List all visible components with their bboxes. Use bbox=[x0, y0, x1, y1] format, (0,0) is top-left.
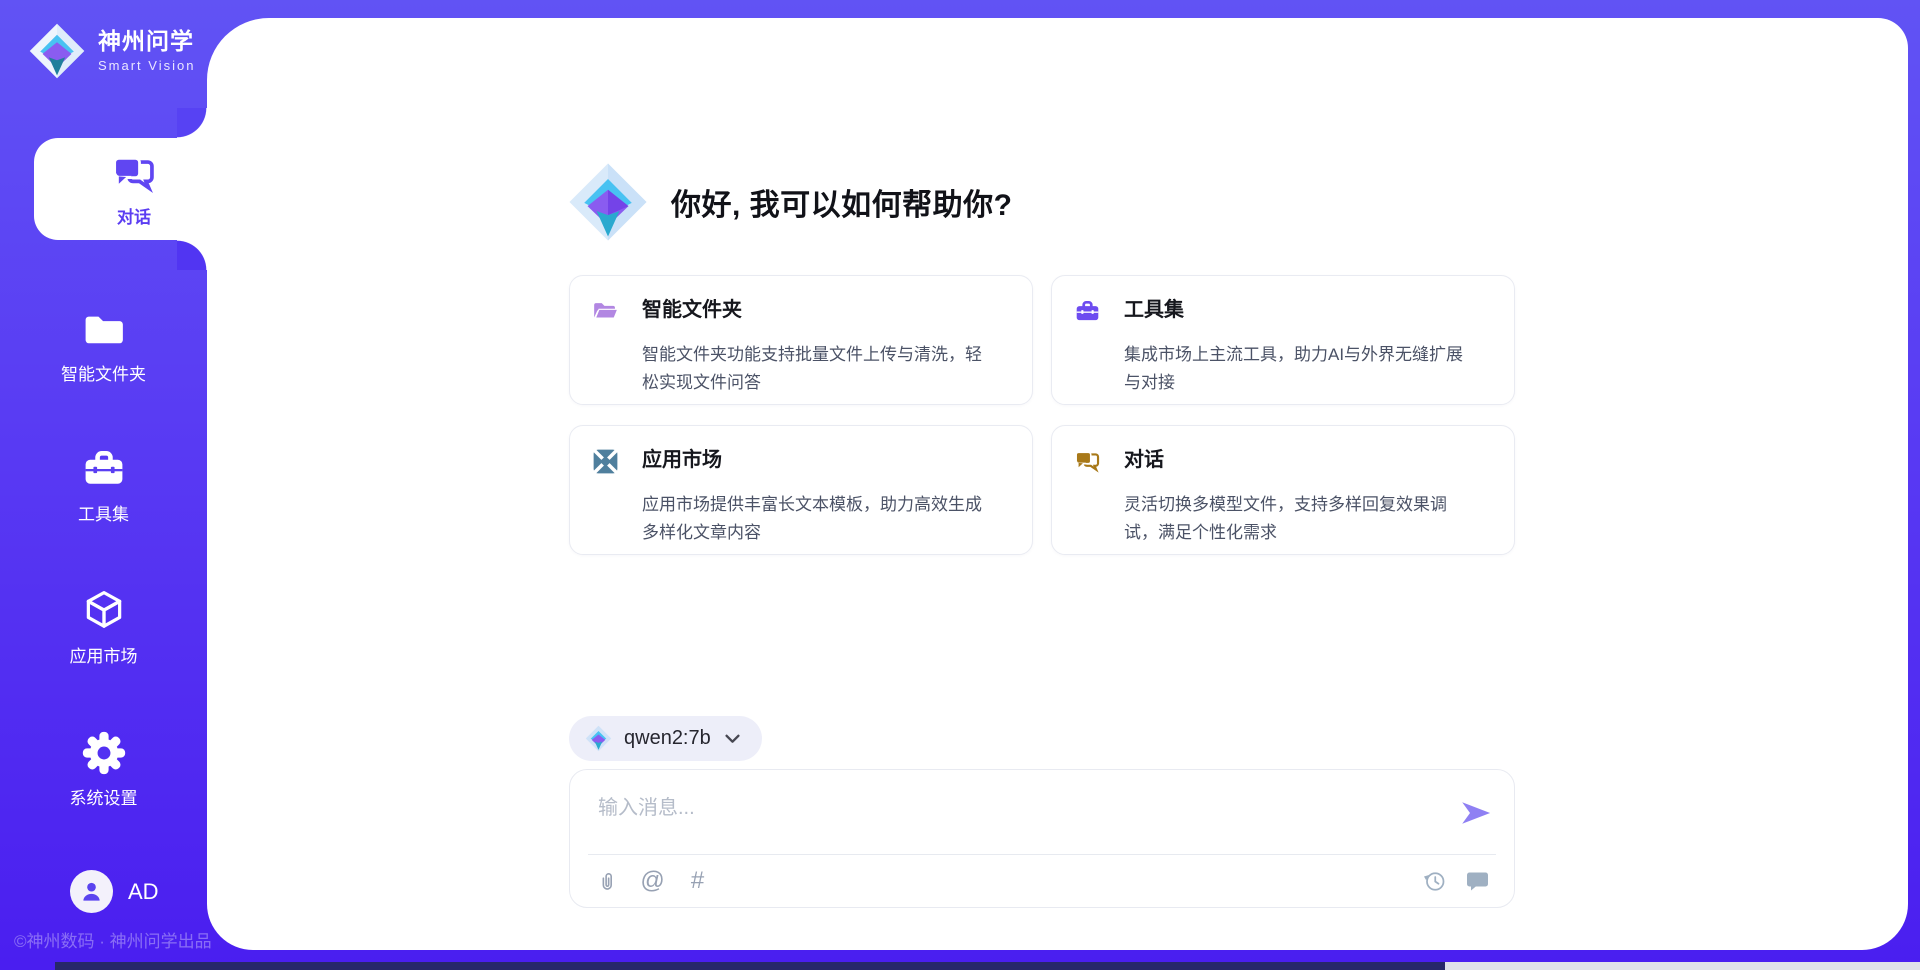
main-content-panel: 你好, 我可以如何帮助你? 智能文件夹 智能文件夹功能支持批量文件上传与清洗，轻… bbox=[207, 18, 1908, 950]
folder-open-icon bbox=[592, 298, 619, 325]
sidebar-item-toolset[interactable]: 工具集 bbox=[0, 446, 207, 525]
avatar bbox=[70, 870, 113, 913]
at-sign-icon[interactable]: @ bbox=[640, 868, 665, 893]
send-icon[interactable] bbox=[1460, 798, 1492, 828]
person-icon bbox=[78, 878, 105, 905]
card-title: 对话 bbox=[1124, 447, 1492, 482]
folder-icon bbox=[81, 306, 127, 352]
hash-icon[interactable]: # bbox=[685, 868, 710, 893]
sidebar-item-smart-folder[interactable]: 智能文件夹 bbox=[0, 306, 207, 385]
user-profile[interactable]: AD bbox=[70, 870, 159, 913]
sidebar-item-chat[interactable]: 对话 bbox=[34, 138, 234, 240]
message-input[interactable] bbox=[596, 788, 1436, 828]
greeting-block: 你好, 我可以如何帮助你? bbox=[567, 161, 1013, 243]
gem-diamond-icon bbox=[567, 161, 649, 243]
card-description: 灵活切换多模型文件，支持多样回复效果调试，满足个性化需求 bbox=[1124, 491, 1492, 554]
message-composer: @ # bbox=[569, 769, 1515, 908]
card-chat[interactable]: 对话 灵活切换多模型文件，支持多样回复效果调试，满足个性化需求 bbox=[1051, 425, 1515, 555]
card-description: 应用市场提供丰富长文本模板，助力高效生成多样化文章内容 bbox=[642, 491, 1010, 554]
chat-filled-icon[interactable] bbox=[1465, 868, 1490, 893]
card-app-market[interactable]: 应用市场 应用市场提供丰富长文本模板，助力高效生成多样化文章内容 bbox=[569, 425, 1033, 555]
sidebar-item-settings[interactable]: 系统设置 bbox=[0, 730, 207, 809]
brand-subtitle: Smart Vision bbox=[98, 58, 195, 73]
gear-icon bbox=[81, 730, 127, 776]
card-description: 智能文件夹功能支持批量文件上传与清洗，轻松实现文件问答 bbox=[642, 341, 1010, 404]
sidebar-item-label: 应用市场 bbox=[70, 642, 138, 667]
tab-fillet-bottom bbox=[177, 240, 207, 270]
feature-cards: 智能文件夹 智能文件夹功能支持批量文件上传与清洗，轻松实现文件问答 工具集 集成… bbox=[569, 275, 1515, 555]
copyright-footer: ©神州数码 · 神州问学出品 bbox=[14, 927, 212, 952]
briefcase-icon bbox=[1074, 298, 1101, 325]
card-description: 集成市场上主流工具，助力AI与外界无缝扩展与对接 bbox=[1124, 341, 1492, 404]
cube-icon bbox=[81, 588, 127, 634]
composer-toolbar: @ # bbox=[595, 868, 710, 893]
brand-name: 神州问学 bbox=[98, 29, 195, 54]
sidebar-item-label: 工具集 bbox=[78, 500, 129, 525]
briefcase-icon bbox=[81, 446, 127, 492]
window-bottom-edge bbox=[55, 962, 1445, 970]
model-selector[interactable]: qwen2:7b bbox=[569, 716, 762, 761]
chat-bubbles-icon bbox=[111, 151, 157, 197]
sidebar-item-app-market[interactable]: 应用市场 bbox=[0, 588, 207, 667]
window-bottom-edge-light bbox=[1445, 962, 1920, 970]
composer-divider bbox=[588, 854, 1496, 855]
paperclip-icon[interactable] bbox=[595, 868, 620, 893]
history-icon[interactable] bbox=[1422, 868, 1447, 893]
card-title: 应用市场 bbox=[642, 447, 1010, 482]
app-grid-icon bbox=[592, 448, 619, 475]
at-symbol: @ bbox=[640, 869, 664, 893]
sidebar-item-label: 智能文件夹 bbox=[61, 360, 146, 385]
sidebar-item-label: 系统设置 bbox=[70, 784, 138, 809]
composer-right-tools bbox=[1422, 868, 1490, 893]
gem-diamond-icon bbox=[585, 725, 612, 752]
chevron-down-icon bbox=[725, 734, 740, 744]
app-logo: 神州问学 Smart Vision bbox=[28, 22, 195, 80]
card-smart-folder[interactable]: 智能文件夹 智能文件夹功能支持批量文件上传与清洗，轻松实现文件问答 bbox=[569, 275, 1033, 405]
page-greeting: 你好, 我可以如何帮助你? bbox=[671, 180, 1013, 224]
hash-symbol: # bbox=[691, 869, 704, 893]
sidebar-item-label: 对话 bbox=[117, 203, 151, 228]
user-name: AD bbox=[128, 879, 159, 905]
model-name: qwen2:7b bbox=[624, 727, 711, 750]
gem-diamond-icon bbox=[28, 22, 86, 80]
tab-fillet-top bbox=[177, 108, 207, 138]
card-title: 工具集 bbox=[1124, 297, 1492, 332]
card-title: 智能文件夹 bbox=[642, 297, 1010, 332]
chat-bubbles-icon bbox=[1074, 448, 1101, 475]
card-toolset[interactable]: 工具集 集成市场上主流工具，助力AI与外界无缝扩展与对接 bbox=[1051, 275, 1515, 405]
